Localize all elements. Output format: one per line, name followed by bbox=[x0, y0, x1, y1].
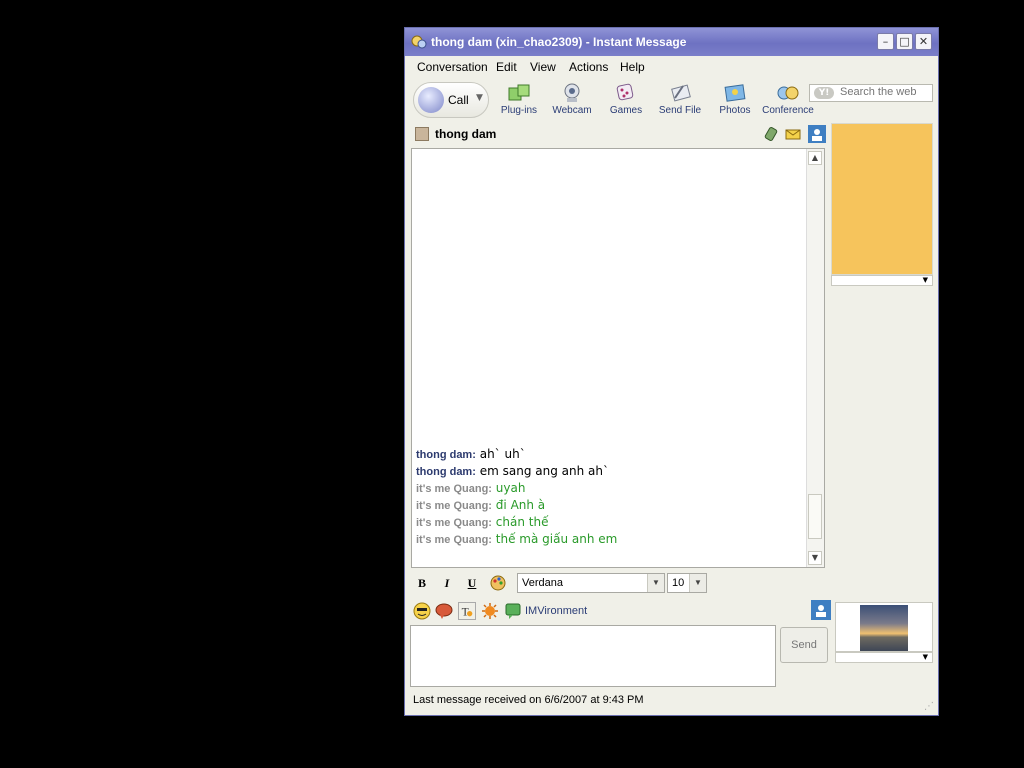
font-size-value: 10 bbox=[672, 577, 685, 589]
message-text: thế mà giấu anh em bbox=[495, 532, 618, 546]
imvironment-icon[interactable] bbox=[505, 602, 523, 620]
dice-icon bbox=[616, 83, 634, 101]
message-sender: thong dam: bbox=[416, 466, 476, 478]
message-history[interactable]: thong dam: ah` uh` thong dam: em sang an… bbox=[411, 148, 825, 568]
contact-header: thong dam bbox=[413, 125, 826, 145]
message-sender: it's me Quang: bbox=[416, 517, 492, 529]
close-button[interactable]: ✕ bbox=[915, 33, 932, 50]
audible-icon[interactable] bbox=[435, 602, 453, 620]
menu-bar: Conversation Edit View Actions Help Y! bbox=[405, 56, 938, 102]
message-row: thong dam: ah` uh` bbox=[416, 447, 526, 461]
conference-label: Conference bbox=[762, 105, 814, 116]
resize-grip-icon[interactable]: ⋰ bbox=[924, 701, 936, 713]
message-sender: thong dam: bbox=[416, 449, 476, 461]
text-style-icon[interactable]: T bbox=[458, 602, 476, 620]
contact-name: thong dam bbox=[435, 127, 497, 141]
underline-button[interactable]: U bbox=[463, 574, 481, 592]
message-text: uyah bbox=[495, 481, 526, 495]
window-title: thong dam (xin_chao2309) - Instant Messa… bbox=[431, 35, 687, 49]
font-family-value: Verdana bbox=[522, 577, 563, 589]
message-row: it's me Quang: thế mà giấu anh em bbox=[416, 532, 617, 546]
contact-avatar[interactable] bbox=[415, 127, 429, 141]
message-row: it's me Quang: uyah bbox=[416, 481, 525, 495]
conference-button[interactable]: Conference bbox=[762, 82, 814, 120]
email-icon[interactable] bbox=[785, 126, 801, 142]
menu-help[interactable]: Help bbox=[620, 60, 645, 74]
my-display-image[interactable] bbox=[860, 605, 908, 651]
scroll-down-button[interactable]: ▼ bbox=[808, 551, 822, 565]
scroll-up-button[interactable]: ▲ bbox=[808, 151, 822, 165]
webcam-button[interactable]: Webcam bbox=[546, 82, 598, 120]
plugins-label: Plug-ins bbox=[500, 105, 538, 116]
chevron-down-icon[interactable]: ▼ bbox=[476, 93, 483, 103]
vertical-scrollbar[interactable]: ▲ ▼ bbox=[806, 149, 824, 567]
emoticon-toolbar: T IMVironment bbox=[411, 600, 831, 624]
photos-icon bbox=[724, 84, 746, 102]
message-row: thong dam: em sang ang anh ah` bbox=[416, 464, 609, 478]
call-button[interactable]: Call ▼ bbox=[413, 82, 489, 118]
send-file-button[interactable]: Send File bbox=[654, 82, 706, 120]
font-size-select[interactable]: 10 ▼ bbox=[667, 573, 707, 593]
chevron-down-icon[interactable]: ▼ bbox=[689, 574, 706, 592]
plugins-button[interactable]: Plug-ins bbox=[493, 82, 545, 120]
menu-view[interactable]: View bbox=[530, 60, 556, 74]
message-text: đi Anh à bbox=[495, 498, 546, 512]
games-label: Games bbox=[609, 105, 643, 116]
message-row: it's me Quang: chán thế bbox=[416, 515, 548, 529]
games-button[interactable]: Games bbox=[600, 82, 652, 120]
my-display-image-panel bbox=[835, 602, 933, 652]
imvironment-panel-dropdown[interactable]: ▼ bbox=[831, 275, 933, 286]
mobile-icon[interactable] bbox=[763, 126, 779, 142]
imvironment-label[interactable]: IMVironment bbox=[525, 605, 587, 617]
conference-icon bbox=[777, 86, 799, 100]
message-text: ah` uh` bbox=[479, 447, 526, 461]
italic-button[interactable]: I bbox=[438, 574, 456, 592]
my-contact-card-icon[interactable] bbox=[811, 600, 831, 620]
chevron-down-icon[interactable]: ▼ bbox=[923, 276, 928, 284]
message-text: em sang ang anh ah` bbox=[479, 464, 609, 478]
menu-edit[interactable]: Edit bbox=[496, 60, 517, 74]
chevron-down-icon[interactable]: ▼ bbox=[923, 653, 928, 661]
menu-actions[interactable]: Actions bbox=[569, 60, 608, 74]
title-bar[interactable]: thong dam (xin_chao2309) - Instant Messa… bbox=[405, 28, 938, 56]
message-input[interactable] bbox=[410, 625, 776, 687]
paperclip-file-icon bbox=[671, 84, 691, 102]
scroll-thumb[interactable] bbox=[808, 494, 822, 539]
status-bar-text: Last message received on 6/6/2007 at 9:4… bbox=[413, 694, 644, 706]
instant-message-window: thong dam (xin_chao2309) - Instant Messa… bbox=[404, 27, 939, 716]
messenger-icon bbox=[411, 35, 427, 49]
text-color-palette-icon[interactable] bbox=[489, 574, 507, 592]
formatting-toolbar: B I U Verdana ▼ 10 ▼ bbox=[411, 570, 825, 596]
minimize-button[interactable]: – bbox=[877, 33, 894, 50]
font-family-select[interactable]: Verdana ▼ bbox=[517, 573, 665, 593]
message-text: chán thế bbox=[495, 515, 549, 529]
photos-button[interactable]: Photos bbox=[709, 82, 761, 120]
contact-card-icon[interactable] bbox=[808, 125, 826, 143]
menu-conversation[interactable]: Conversation bbox=[417, 60, 488, 74]
message-row: it's me Quang: đi Anh à bbox=[416, 498, 545, 512]
message-sender: it's me Quang: bbox=[416, 500, 492, 512]
chevron-down-icon[interactable]: ▼ bbox=[647, 574, 664, 592]
send-button[interactable]: Send bbox=[780, 627, 828, 663]
display-image-dropdown[interactable]: ▼ bbox=[835, 652, 933, 663]
smiley-icon[interactable] bbox=[413, 602, 431, 620]
photos-label: Photos bbox=[719, 105, 751, 116]
message-sender: it's me Quang: bbox=[416, 534, 492, 546]
phone-icon bbox=[418, 87, 444, 113]
toolbar: Call ▼ Plug-ins Webcam Games Send File P… bbox=[405, 78, 938, 123]
message-sender: it's me Quang: bbox=[416, 483, 492, 495]
call-label: Call bbox=[448, 93, 469, 107]
puzzle-icon bbox=[508, 84, 530, 101]
webcam-icon bbox=[564, 83, 580, 102]
nudge-icon[interactable] bbox=[481, 602, 499, 620]
imvironment-panel bbox=[831, 123, 933, 275]
maximize-button[interactable]: □ bbox=[896, 33, 913, 50]
bold-button[interactable]: B bbox=[413, 574, 431, 592]
webcam-label: Webcam bbox=[552, 105, 592, 116]
send-file-label: Send File bbox=[658, 105, 702, 116]
